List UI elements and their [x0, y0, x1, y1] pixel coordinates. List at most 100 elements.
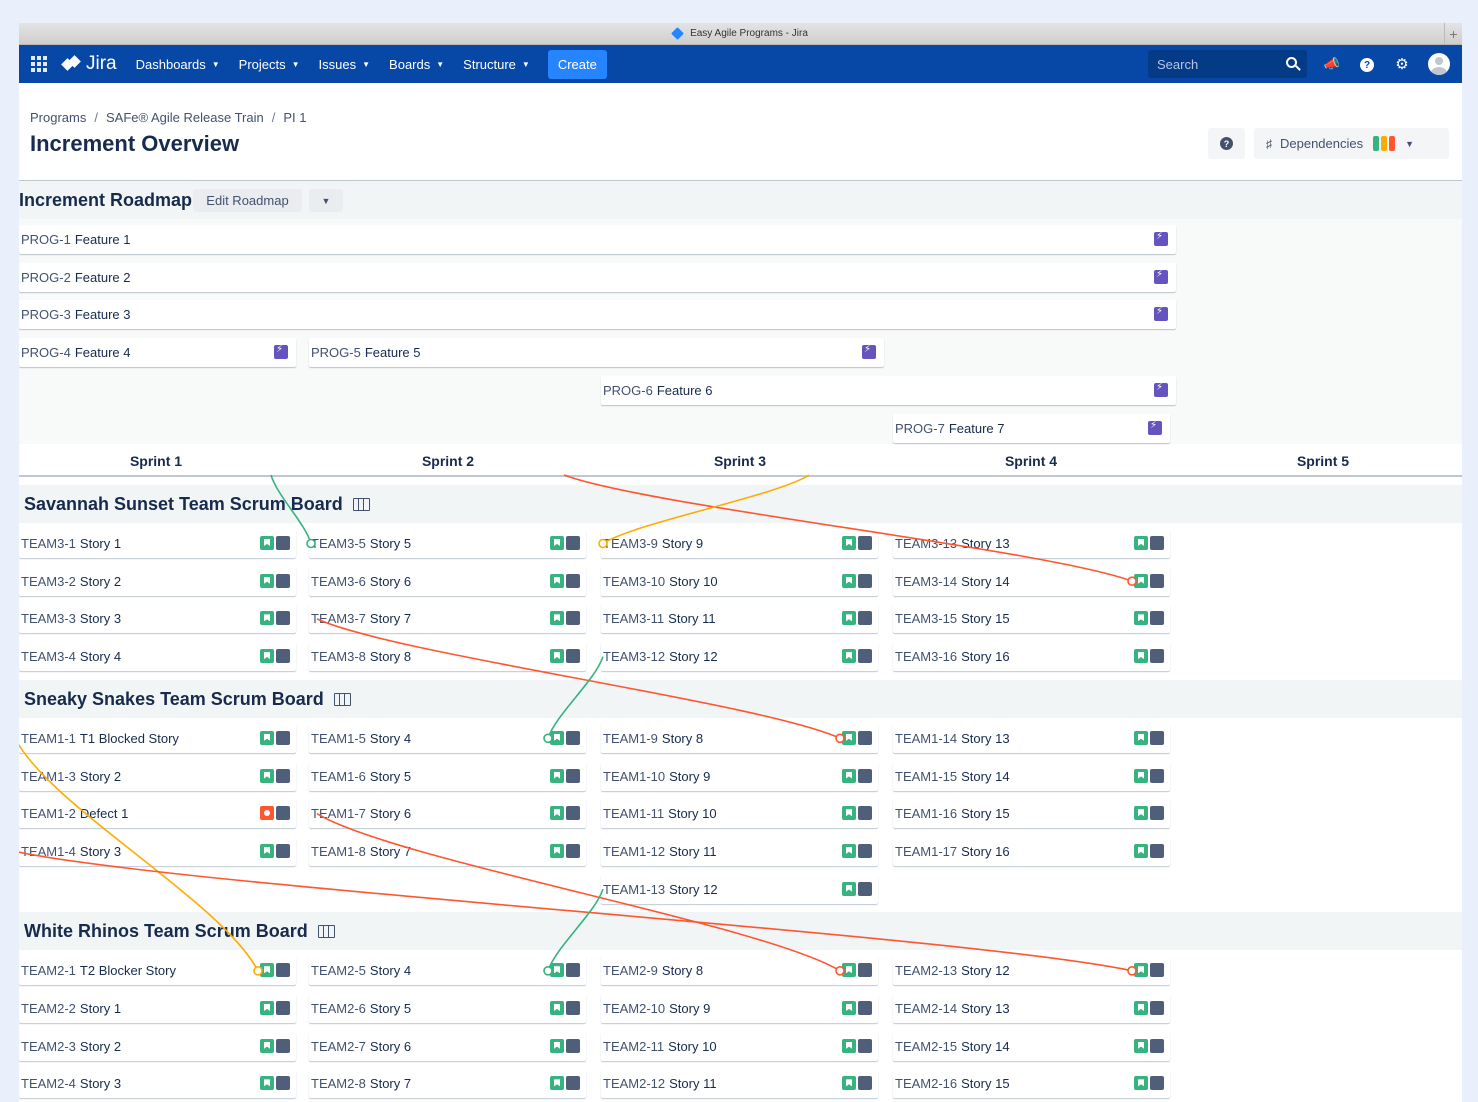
- issue-card-team1-7[interactable]: TEAM1-7 Story 6: [309, 799, 586, 829]
- dependency-line-team1-4-to-team2-13[interactable]: [19, 851, 1133, 972]
- user-avatar[interactable]: [1428, 53, 1450, 75]
- breadcrumb-pi[interactable]: PI 1: [283, 110, 306, 125]
- issue-card-team3-10[interactable]: TEAM3-10 Story 10: [601, 566, 878, 596]
- issue-card-team1-14[interactable]: TEAM1-14 Story 13: [893, 723, 1170, 753]
- issue-card-team2-13[interactable]: TEAM2-13 Story 12: [893, 956, 1170, 986]
- issue-key: TEAM3-6: [311, 573, 366, 589]
- issue-card-team1-3[interactable]: TEAM1-3 Story 2: [19, 761, 296, 791]
- new-tab-icon[interactable]: +: [1444, 23, 1462, 45]
- board-title-savannah-sunset-team-scrum-board[interactable]: Savannah Sunset Team Scrum Board: [24, 494, 370, 515]
- issue-card-team3-13[interactable]: TEAM3-13 Story 13: [893, 529, 1170, 558]
- issue-card-team2-14[interactable]: TEAM2-14 Story 13: [893, 994, 1170, 1023]
- issue-card-team1-15[interactable]: TEAM1-15 Story 14: [893, 761, 1170, 791]
- issue-card-team2-2[interactable]: TEAM2-2 Story 1: [19, 994, 296, 1023]
- issue-card-team1-9[interactable]: TEAM1-9 Story 8: [601, 723, 878, 753]
- issue-card-team2-3[interactable]: TEAM2-3 Story 2: [19, 1031, 296, 1061]
- edit-roadmap-button[interactable]: Edit Roadmap: [193, 189, 302, 212]
- issue-card-team1-6[interactable]: TEAM1-6 Story 5: [309, 761, 586, 791]
- issue-card-team3-2[interactable]: TEAM3-2 Story 2: [19, 566, 296, 596]
- board-columns-icon[interactable]: [333, 692, 351, 706]
- issue-key: TEAM2-8: [311, 1076, 366, 1092]
- settings-gear-icon[interactable]: ⚙: [1394, 56, 1410, 73]
- issue-card-team3-16[interactable]: TEAM3-16 Story 16: [893, 642, 1170, 672]
- issue-card-prog-4[interactable]: PROG-4 Feature 4: [19, 338, 296, 368]
- issue-card-team2-4[interactable]: TEAM2-4 Story 3: [19, 1069, 296, 1099]
- issue-card-prog-3[interactable]: PROG-3 Feature 3: [19, 300, 1176, 330]
- issue-key: TEAM1-13: [603, 881, 666, 897]
- issue-card-team2-11[interactable]: TEAM2-11 Story 10: [601, 1031, 878, 1061]
- issue-summary: Story 3: [79, 611, 122, 627]
- issue-card-team1-10[interactable]: TEAM1-10 Story 9: [601, 761, 878, 791]
- issue-summary: Feature 2: [74, 269, 131, 285]
- issue-card-prog-5[interactable]: PROG-5 Feature 5: [309, 338, 884, 368]
- search-input[interactable]: Search: [1148, 50, 1307, 78]
- help-icon[interactable]: ?: [1360, 58, 1374, 72]
- story-bookmark-icon: [550, 806, 564, 821]
- issue-card-team3-12[interactable]: TEAM3-12 Story 12: [601, 642, 878, 672]
- issue-card-team1-13[interactable]: TEAM1-13 Story 12: [601, 874, 878, 904]
- issue-card-team1-11[interactable]: TEAM1-11 Story 10: [601, 799, 878, 829]
- nav-projects[interactable]: Projects ▼: [239, 57, 300, 72]
- nav-boards[interactable]: Boards ▼: [389, 57, 444, 72]
- issue-card-team1-5[interactable]: TEAM1-5 Story 4: [309, 723, 586, 753]
- help-button[interactable]: ?: [1208, 128, 1245, 159]
- issue-summary: Defect 1: [79, 806, 129, 822]
- chevron-down-icon: ▼: [436, 59, 445, 69]
- app-switcher-icon[interactable]: [31, 56, 49, 72]
- issue-card-team3-8[interactable]: TEAM3-8 Story 8: [309, 642, 586, 672]
- notifications-icon[interactable]: 📣: [1324, 56, 1340, 72]
- breadcrumb-release-train[interactable]: SAFe® Agile Release Train: [106, 110, 264, 125]
- issue-card-team2-12[interactable]: TEAM2-12 Story 11: [601, 1069, 878, 1099]
- issue-card-prog-6[interactable]: PROG-6 Feature 6: [601, 375, 1176, 405]
- issue-card-team2-7[interactable]: TEAM2-7 Story 6: [309, 1031, 586, 1061]
- issue-card-team3-9[interactable]: TEAM3-9 Story 9: [601, 529, 878, 558]
- issue-card-team1-8[interactable]: TEAM1-8 Story 7: [309, 836, 586, 866]
- breadcrumb-programs[interactable]: Programs: [30, 110, 86, 125]
- issue-card-team3-14[interactable]: TEAM3-14 Story 14: [893, 566, 1170, 596]
- board-title-sneaky-snakes-team-scrum-board[interactable]: Sneaky Snakes Team Scrum Board: [24, 689, 351, 710]
- issue-card-team3-7[interactable]: TEAM3-7 Story 7: [309, 604, 586, 634]
- issue-card-team2-5[interactable]: TEAM2-5 Story 4: [309, 956, 586, 986]
- issue-card-team1-1[interactable]: TEAM1-1 T1 Blocked Story: [19, 723, 296, 753]
- nav-structure[interactable]: Structure ▼: [463, 57, 530, 72]
- issue-card-team1-17[interactable]: TEAM1-17 Story 16: [893, 836, 1170, 866]
- status-icon: [566, 649, 580, 664]
- issue-card-team2-9[interactable]: TEAM2-9 Story 8: [601, 956, 878, 986]
- issue-card-team3-6[interactable]: TEAM3-6 Story 6: [309, 566, 586, 596]
- issue-card-team1-4[interactable]: TEAM1-4 Story 3: [19, 836, 296, 866]
- issue-key: TEAM3-2: [21, 573, 76, 589]
- nav-dashboards[interactable]: Dashboards ▼: [136, 57, 220, 72]
- issue-summary: Story 9: [669, 1001, 711, 1016]
- issue-card-team3-4[interactable]: TEAM3-4 Story 4: [19, 642, 296, 672]
- issue-card-team3-3[interactable]: TEAM3-3 Story 3: [19, 604, 296, 634]
- issue-key: TEAM1-15: [895, 768, 958, 784]
- issue-summary: Feature 4: [74, 345, 131, 361]
- issue-card-team3-11[interactable]: TEAM3-11 Story 11: [601, 604, 878, 634]
- dependencies-button[interactable]: ♯ Dependencies ▼: [1254, 128, 1449, 159]
- issue-card-team2-10[interactable]: TEAM2-10 Story 9: [601, 994, 878, 1023]
- board-columns-icon[interactable]: [352, 498, 370, 511]
- issue-card-team3-5[interactable]: TEAM3-5 Story 5: [309, 529, 586, 558]
- jira-logo[interactable]: Jira: [61, 53, 117, 75]
- issue-card-team1-2[interactable]: TEAM1-2 Defect 1: [19, 799, 296, 829]
- issue-summary: Story 6: [369, 1038, 412, 1054]
- issue-card-team2-6[interactable]: TEAM2-6 Story 5: [309, 994, 586, 1023]
- issue-card-team3-15[interactable]: TEAM3-15 Story 15: [893, 604, 1170, 634]
- issue-card-team3-1[interactable]: TEAM3-1 Story 1: [19, 529, 296, 558]
- issue-card-prog-2[interactable]: PROG-2 Feature 2: [19, 262, 1176, 292]
- issue-card-prog-7[interactable]: PROG-7 Feature 7: [893, 413, 1170, 443]
- issue-card-team1-12[interactable]: TEAM1-12 Story 11: [601, 836, 878, 866]
- dependency-line-team3-7-to-team1-9[interactable]: [316, 618, 841, 740]
- issue-card-team2-16[interactable]: TEAM2-16 Story 15: [893, 1069, 1170, 1099]
- create-button[interactable]: Create: [547, 49, 607, 79]
- issue-card-team2-1[interactable]: TEAM2-1 T2 Blocker Story: [19, 956, 296, 986]
- board-title-white-rhinos-team-scrum-board[interactable]: White Rhinos Team Scrum Board: [24, 921, 335, 942]
- issue-summary: Feature 7: [948, 420, 1005, 436]
- issue-card-prog-1[interactable]: PROG-1 Feature 1: [19, 225, 1176, 254]
- board-columns-icon[interactable]: [317, 925, 335, 939]
- issue-card-team2-8[interactable]: TEAM2-8 Story 7: [309, 1069, 586, 1099]
- issue-card-team2-15[interactable]: TEAM2-15 Story 14: [893, 1031, 1170, 1061]
- roadmap-options-button[interactable]: ▼: [309, 189, 343, 212]
- nav-issues[interactable]: Issues ▼: [319, 57, 371, 72]
- issue-card-team1-16[interactable]: TEAM1-16 Story 15: [893, 799, 1170, 829]
